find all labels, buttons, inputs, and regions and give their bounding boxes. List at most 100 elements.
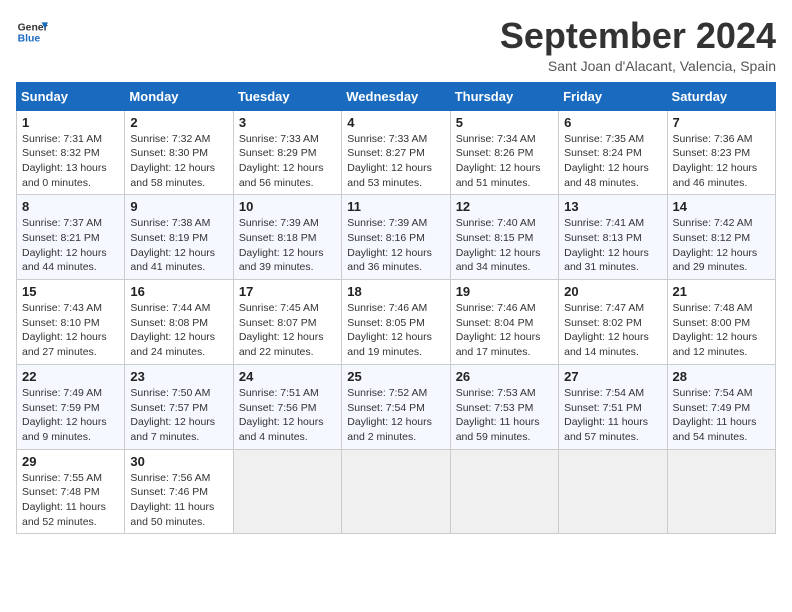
day-number: 16: [130, 284, 227, 299]
calendar-cell: 16 Sunrise: 7:44 AM Sunset: 8:08 PM Dayli…: [125, 280, 233, 365]
day-number: 9: [130, 199, 227, 214]
day-info: Sunrise: 7:32 AM Sunset: 8:30 PM Dayligh…: [130, 132, 227, 191]
day-info: Sunrise: 7:48 AM Sunset: 8:00 PM Dayligh…: [673, 301, 770, 360]
calendar-cell: 30 Sunrise: 7:56 AM Sunset: 7:46 PM Dayli…: [125, 449, 233, 534]
logo-icon: General Blue: [16, 16, 48, 48]
day-info: Sunrise: 7:36 AM Sunset: 8:23 PM Dayligh…: [673, 132, 770, 191]
day-number: 12: [456, 199, 553, 214]
day-info: Sunrise: 7:43 AM Sunset: 8:10 PM Dayligh…: [22, 301, 119, 360]
calendar-table: SundayMondayTuesdayWednesdayThursdayFrid…: [16, 82, 776, 535]
day-number: 13: [564, 199, 661, 214]
calendar-cell: 21 Sunrise: 7:48 AM Sunset: 8:00 PM Dayli…: [667, 280, 775, 365]
day-number: 26: [456, 369, 553, 384]
calendar-cell: 2 Sunrise: 7:32 AM Sunset: 8:30 PM Daylig…: [125, 110, 233, 195]
day-info: Sunrise: 7:55 AM Sunset: 7:48 PM Dayligh…: [22, 471, 119, 530]
day-info: Sunrise: 7:50 AM Sunset: 7:57 PM Dayligh…: [130, 386, 227, 445]
day-info: Sunrise: 7:54 AM Sunset: 7:51 PM Dayligh…: [564, 386, 661, 445]
day-number: 19: [456, 284, 553, 299]
day-info: Sunrise: 7:40 AM Sunset: 8:15 PM Dayligh…: [456, 216, 553, 275]
calendar-cell: 22 Sunrise: 7:49 AM Sunset: 7:59 PM Dayli…: [17, 364, 125, 449]
day-info: Sunrise: 7:39 AM Sunset: 8:16 PM Dayligh…: [347, 216, 444, 275]
day-info: Sunrise: 7:56 AM Sunset: 7:46 PM Dayligh…: [130, 471, 227, 530]
calendar-cell: 11 Sunrise: 7:39 AM Sunset: 8:16 PM Dayli…: [342, 195, 450, 280]
calendar-cell: 14 Sunrise: 7:42 AM Sunset: 8:12 PM Dayli…: [667, 195, 775, 280]
calendar-cell: 10 Sunrise: 7:39 AM Sunset: 8:18 PM Dayli…: [233, 195, 341, 280]
day-number: 2: [130, 115, 227, 130]
calendar-cell: [450, 449, 558, 534]
day-number: 21: [673, 284, 770, 299]
day-number: 20: [564, 284, 661, 299]
calendar-week-5: 29 Sunrise: 7:55 AM Sunset: 7:48 PM Dayli…: [17, 449, 776, 534]
title-area: September 2024 Sant Joan d'Alacant, Vale…: [500, 16, 776, 74]
calendar-cell: 27 Sunrise: 7:54 AM Sunset: 7:51 PM Dayli…: [559, 364, 667, 449]
day-number: 22: [22, 369, 119, 384]
weekday-header-saturday: Saturday: [667, 82, 775, 110]
calendar-cell: 12 Sunrise: 7:40 AM Sunset: 8:15 PM Dayli…: [450, 195, 558, 280]
day-info: Sunrise: 7:47 AM Sunset: 8:02 PM Dayligh…: [564, 301, 661, 360]
day-number: 29: [22, 454, 119, 469]
day-info: Sunrise: 7:54 AM Sunset: 7:49 PM Dayligh…: [673, 386, 770, 445]
day-number: 5: [456, 115, 553, 130]
calendar-header: SundayMondayTuesdayWednesdayThursdayFrid…: [17, 82, 776, 110]
day-number: 30: [130, 454, 227, 469]
calendar-cell: 15 Sunrise: 7:43 AM Sunset: 8:10 PM Dayli…: [17, 280, 125, 365]
day-number: 11: [347, 199, 444, 214]
day-number: 14: [673, 199, 770, 214]
calendar-cell: 19 Sunrise: 7:46 AM Sunset: 8:04 PM Dayli…: [450, 280, 558, 365]
day-info: Sunrise: 7:42 AM Sunset: 8:12 PM Dayligh…: [673, 216, 770, 275]
day-info: Sunrise: 7:38 AM Sunset: 8:19 PM Dayligh…: [130, 216, 227, 275]
day-number: 8: [22, 199, 119, 214]
calendar-cell: [233, 449, 341, 534]
page-header: General Blue September 2024 Sant Joan d'…: [16, 16, 776, 74]
day-info: Sunrise: 7:46 AM Sunset: 8:05 PM Dayligh…: [347, 301, 444, 360]
calendar-cell: 1 Sunrise: 7:31 AM Sunset: 8:32 PM Daylig…: [17, 110, 125, 195]
calendar-cell: 6Sunrise: 7:35 AM Sunset: 8:24 PM Daylig…: [559, 110, 667, 195]
calendar-title: September 2024: [500, 16, 776, 56]
day-number: 10: [239, 199, 336, 214]
day-info: Sunrise: 7:49 AM Sunset: 7:59 PM Dayligh…: [22, 386, 119, 445]
day-info: Sunrise: 7:37 AM Sunset: 8:21 PM Dayligh…: [22, 216, 119, 275]
day-info: Sunrise: 7:46 AM Sunset: 8:04 PM Dayligh…: [456, 301, 553, 360]
calendar-cell: 20 Sunrise: 7:47 AM Sunset: 8:02 PM Dayli…: [559, 280, 667, 365]
calendar-week-2: 8 Sunrise: 7:37 AM Sunset: 8:21 PM Daylig…: [17, 195, 776, 280]
svg-text:Blue: Blue: [18, 34, 41, 45]
weekday-header-wednesday: Wednesday: [342, 82, 450, 110]
day-info: Sunrise: 7:51 AM Sunset: 7:56 PM Dayligh…: [239, 386, 336, 445]
day-info: Sunrise: 7:34 AM Sunset: 8:26 PM Dayligh…: [456, 132, 553, 191]
calendar-cell: 29 Sunrise: 7:55 AM Sunset: 7:48 PM Dayli…: [17, 449, 125, 534]
day-info: Sunrise: 7:39 AM Sunset: 8:18 PM Dayligh…: [239, 216, 336, 275]
day-info: Sunrise: 7:31 AM Sunset: 8:32 PM Dayligh…: [22, 132, 119, 191]
day-number: 24: [239, 369, 336, 384]
calendar-cell: 13 Sunrise: 7:41 AM Sunset: 8:13 PM Dayli…: [559, 195, 667, 280]
calendar-week-1: 1 Sunrise: 7:31 AM Sunset: 8:32 PM Daylig…: [17, 110, 776, 195]
day-number: 17: [239, 284, 336, 299]
calendar-cell: 23 Sunrise: 7:50 AM Sunset: 7:57 PM Dayli…: [125, 364, 233, 449]
weekday-header-tuesday: Tuesday: [233, 82, 341, 110]
day-number: 3: [239, 115, 336, 130]
calendar-body: 1 Sunrise: 7:31 AM Sunset: 8:32 PM Daylig…: [17, 110, 776, 534]
day-info: Sunrise: 7:44 AM Sunset: 8:08 PM Dayligh…: [130, 301, 227, 360]
day-number: 28: [673, 369, 770, 384]
calendar-cell: [667, 449, 775, 534]
logo: General Blue: [16, 16, 48, 48]
day-number: 7: [673, 115, 770, 130]
day-number: 4: [347, 115, 444, 130]
day-number: 15: [22, 284, 119, 299]
day-number: 27: [564, 369, 661, 384]
day-info: Sunrise: 7:45 AM Sunset: 8:07 PM Dayligh…: [239, 301, 336, 360]
weekday-header-friday: Friday: [559, 82, 667, 110]
calendar-cell: [342, 449, 450, 534]
calendar-cell: 28 Sunrise: 7:54 AM Sunset: 7:49 PM Dayli…: [667, 364, 775, 449]
day-info: Sunrise: 7:41 AM Sunset: 8:13 PM Dayligh…: [564, 216, 661, 275]
day-number: 25: [347, 369, 444, 384]
day-info: Sunrise: 7:53 AM Sunset: 7:53 PM Dayligh…: [456, 386, 553, 445]
calendar-cell: [559, 449, 667, 534]
calendar-cell: 3 Sunrise: 7:33 AM Sunset: 8:29 PM Daylig…: [233, 110, 341, 195]
day-number: 1: [22, 115, 119, 130]
calendar-week-3: 15 Sunrise: 7:43 AM Sunset: 8:10 PM Dayli…: [17, 280, 776, 365]
calendar-cell: 25Sunrise: 7:52 AM Sunset: 7:54 PM Dayli…: [342, 364, 450, 449]
calendar-cell: 8 Sunrise: 7:37 AM Sunset: 8:21 PM Daylig…: [17, 195, 125, 280]
day-number: 23: [130, 369, 227, 384]
day-info: Sunrise: 7:33 AM Sunset: 8:29 PM Dayligh…: [239, 132, 336, 191]
calendar-cell: 5 Sunrise: 7:34 AM Sunset: 8:26 PM Daylig…: [450, 110, 558, 195]
